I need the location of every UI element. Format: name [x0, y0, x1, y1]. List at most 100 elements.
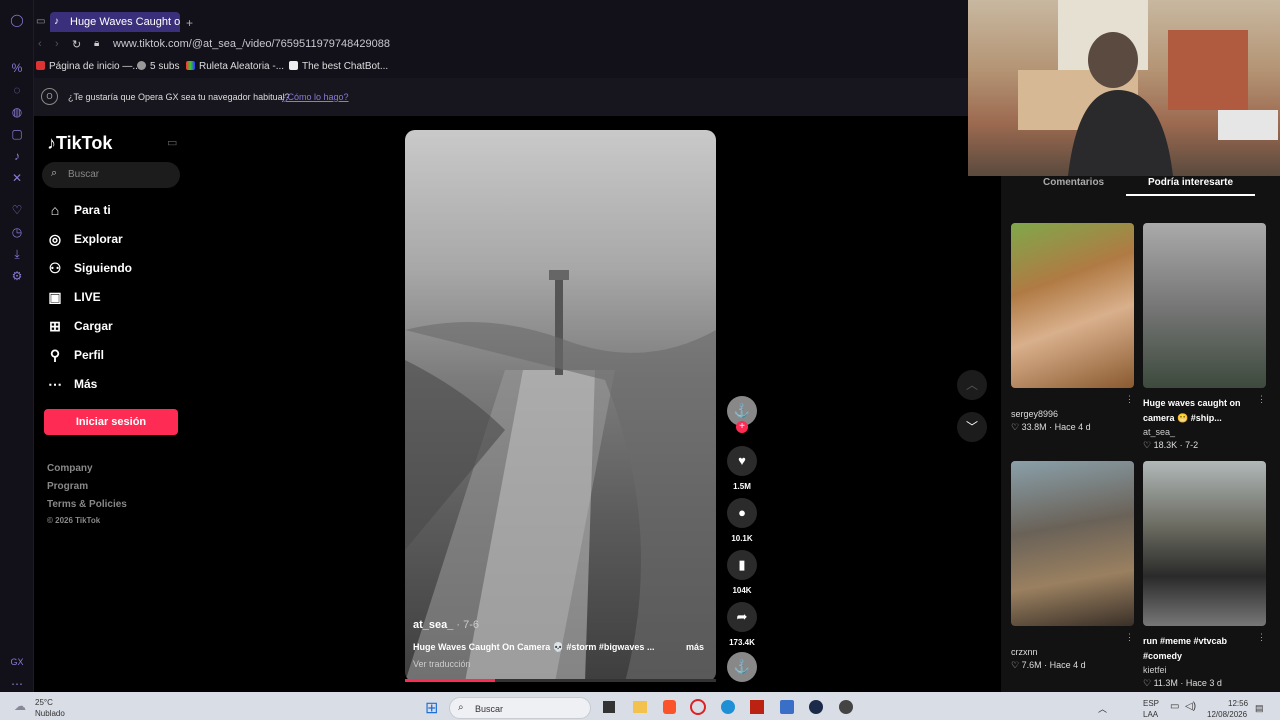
bookmark-item[interactable]: Página de inicio —... [36, 61, 141, 72]
recommended-thumbnail[interactable] [1011, 223, 1134, 388]
edge-icon[interactable] [721, 700, 735, 714]
clock-time[interactable]: 12:56 [1228, 699, 1248, 708]
network-icon[interactable]: ▭ [1170, 701, 1179, 712]
recommended-stats: ♡ 11.3M · Hace 3 d [1143, 678, 1222, 688]
more-options-icon[interactable]: ⋮ [1125, 394, 1134, 405]
home-icon: ⌂ [50, 202, 60, 218]
previous-video-button[interactable]: ︿ [957, 370, 987, 400]
bookmark-item[interactable]: Ruleta Aleatoria -... [186, 61, 284, 72]
video-player[interactable] [405, 130, 716, 682]
see-translation-link[interactable]: Ver traducción [413, 659, 471, 669]
back-icon[interactable]: ‹ [38, 38, 42, 50]
footer-program[interactable]: Program [47, 481, 88, 492]
brave-icon[interactable] [663, 700, 676, 714]
tiktok-icon[interactable]: ♪ [9, 148, 25, 164]
settings-icon[interactable]: ⚙ [9, 268, 25, 284]
task-view-icon[interactable] [603, 701, 615, 713]
file-explorer-icon[interactable] [633, 701, 647, 713]
history-icon[interactable]: ◷ [9, 224, 25, 240]
new-tab-button[interactable]: + [186, 16, 193, 30]
following-icon: ⚇ [48, 260, 62, 276]
video-author[interactable]: at_sea_ · 7-6 [413, 619, 479, 631]
discord-icon[interactable]: ◍ [9, 104, 25, 120]
recommended-stats: ♡ 18.3K · 7-2 [1143, 440, 1199, 450]
more-icon[interactable]: ⋯ [9, 676, 25, 692]
more-options-icon[interactable]: ⋮ [1125, 632, 1134, 643]
notice-text: ¿Te gustaría que Opera GX sea tu navegad… [68, 92, 290, 102]
nav-following[interactable]: ⚇ Siguiendo [47, 260, 132, 276]
nav-profile[interactable]: ⚲ Perfil [47, 347, 104, 363]
recommended-author[interactable]: at_sea_ [1143, 427, 1175, 437]
opera-icon[interactable] [690, 699, 706, 715]
language-indicator[interactable]: ESP [1143, 699, 1159, 708]
recommended-author[interactable]: crzxnn [1011, 647, 1038, 657]
whatsapp-icon[interactable]: ◌ [9, 82, 25, 98]
bookmark-icon: ▮ [738, 557, 746, 572]
dota-icon[interactable] [750, 700, 764, 714]
tiktok-note-icon: ♪ [47, 133, 56, 153]
recommended-author[interactable]: kietfei [1143, 665, 1167, 675]
taskbar-search[interactable]: ⌕ Buscar [449, 697, 591, 719]
nav-more[interactable]: ⋯ Más [47, 376, 97, 392]
store-icon[interactable] [780, 700, 794, 714]
percent-icon[interactable]: % [9, 60, 25, 76]
notifications-icon[interactable]: ▤ [1255, 703, 1264, 714]
next-video-button[interactable]: ﹀ [957, 412, 987, 442]
recommended-thumbnail[interactable] [1011, 461, 1134, 626]
share-button[interactable]: ➦ [727, 602, 757, 632]
tab-might-interest[interactable]: Podría interesarte [1148, 177, 1233, 188]
recommended-title[interactable]: run #meme #vtvcab #comedy [1143, 634, 1258, 664]
more-options-icon[interactable]: ⋮ [1257, 394, 1266, 405]
caption-more-link[interactable]: más [686, 642, 704, 652]
volume-icon[interactable]: ◁) [1185, 701, 1196, 712]
instagram-icon[interactable]: ▢ [9, 126, 25, 142]
nav-for-you[interactable]: ⌂ Para ti [47, 202, 111, 218]
video-progress-fill [405, 679, 496, 682]
upload-icon: ⊞ [49, 318, 61, 334]
recommended-thumbnail[interactable] [1143, 461, 1266, 626]
follow-plus-icon[interactable]: + [736, 421, 748, 433]
tab-switcher-icon[interactable]: ▭ [36, 16, 45, 27]
url-field[interactable]: www.tiktok.com/@at_sea_/video/7659511979… [113, 38, 390, 50]
nav-upload[interactable]: ⊞ Cargar [47, 318, 113, 334]
save-button[interactable]: ▮ [727, 550, 757, 580]
tab-active[interactable]: ♪ Huge Waves Caught on [50, 12, 180, 32]
avatar-icon [137, 61, 146, 70]
tab-comments[interactable]: Comentarios [1043, 177, 1104, 188]
footer-terms[interactable]: Terms & Policies [47, 499, 127, 510]
search-input[interactable]: ⌕ Buscar [42, 162, 180, 188]
comment-button[interactable]: ● [727, 498, 757, 528]
download-icon[interactable]: ⤓ [9, 246, 25, 262]
notice-link[interactable]: ¿Cómo lo hago? [282, 92, 349, 102]
opera-logo-icon[interactable]: ◯ [9, 12, 25, 28]
app-icon[interactable] [839, 700, 853, 714]
bookmark-item[interactable]: 5 subs [137, 61, 179, 72]
nav-live[interactable]: ▣ LIVE [47, 289, 100, 305]
bookmark-item[interactable]: The best ChatBot... [289, 61, 388, 72]
tray-chevron-icon[interactable]: ︿ [1098, 702, 1107, 715]
like-button[interactable]: ♥ [727, 446, 757, 476]
footer-company[interactable]: Company [47, 463, 93, 474]
tiktok-logo[interactable]: ♪TikTok [47, 133, 112, 154]
windows-start-icon[interactable]: ⊞ [425, 698, 438, 718]
recommended-title[interactable]: Huge waves caught on camera 😬 #ship... [1143, 396, 1258, 426]
heart-icon[interactable]: ♡ [9, 202, 25, 218]
collapse-sidebar-icon[interactable]: ▭ [167, 136, 177, 149]
forward-icon[interactable]: › [55, 38, 59, 50]
keyboard-layout[interactable]: LAA [1143, 710, 1158, 719]
music-disc[interactable]: ⚓ [727, 652, 757, 682]
nav-explore[interactable]: ◎ Explorar [47, 231, 123, 247]
steam-icon[interactable] [809, 700, 823, 714]
weather-temp[interactable]: 25°C [35, 698, 53, 707]
reload-icon[interactable]: ↻ [72, 38, 81, 51]
login-button[interactable]: Iniciar sesión [44, 409, 178, 435]
recommended-author[interactable]: sergey8996 [1011, 409, 1058, 419]
clock-date[interactable]: 12/08/2026 [1207, 710, 1247, 719]
video-progress-bar[interactable] [405, 679, 716, 682]
x-icon[interactable]: ✕ [9, 170, 25, 186]
weather-desc[interactable]: Nublado [35, 709, 65, 718]
gx-icon[interactable]: GX [9, 654, 25, 670]
more-options-icon[interactable]: ⋮ [1257, 632, 1266, 643]
likes-count: 1.5M [733, 482, 751, 491]
recommended-thumbnail[interactable] [1143, 223, 1266, 388]
